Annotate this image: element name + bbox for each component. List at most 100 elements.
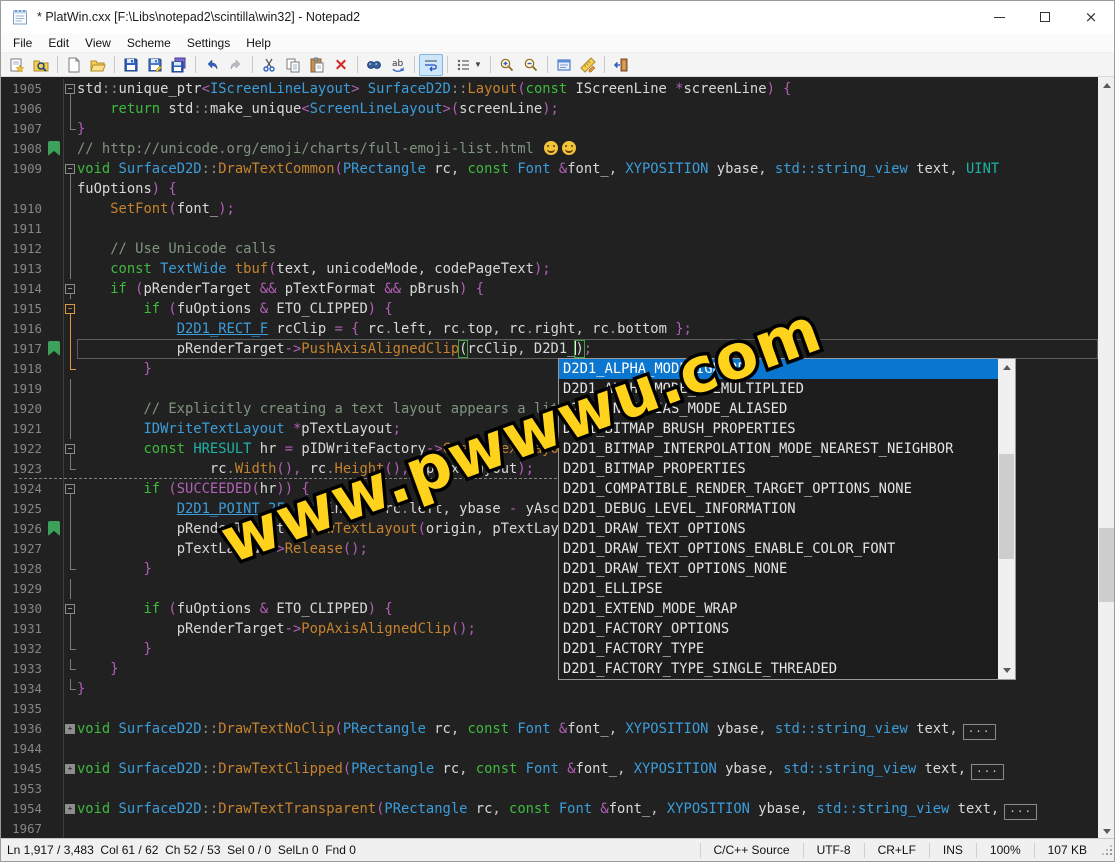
code-text[interactable]: // Use Unicode calls xyxy=(77,239,1098,259)
cut-button[interactable] xyxy=(257,54,281,76)
code-line[interactable]: 1906 return std::make_unique<ScreenLineL… xyxy=(1,99,1098,119)
bookmark-margin[interactable] xyxy=(47,279,63,299)
code-text[interactable] xyxy=(77,779,1098,799)
fold-margin[interactable]: − xyxy=(63,439,77,459)
line-number[interactable]: 1907 xyxy=(1,119,47,139)
line-number[interactable]: 1924 xyxy=(1,479,47,499)
line-number[interactable]: 1915 xyxy=(1,299,47,319)
line-number[interactable]: 1912 xyxy=(1,239,47,259)
fold-margin[interactable] xyxy=(63,99,77,119)
bookmark-margin[interactable] xyxy=(47,519,63,539)
code-line[interactable]: 1910 SetFont(font_); xyxy=(1,199,1098,219)
zoom-in-button[interactable] xyxy=(495,54,519,76)
line-number[interactable]: 1909 xyxy=(1,159,47,179)
bookmark-margin[interactable] xyxy=(47,299,63,319)
code-line[interactable]: 1916 D2D1_RECT_F rcClip = { rc.left, rc.… xyxy=(1,319,1098,339)
bookmark-margin[interactable] xyxy=(47,199,63,219)
fold-margin[interactable] xyxy=(63,819,77,839)
bookmark-margin[interactable] xyxy=(47,659,63,679)
line-number[interactable]: 1954 xyxy=(1,799,47,819)
bookmark-margin[interactable] xyxy=(47,399,63,419)
line-number[interactable]: 1916 xyxy=(1,319,47,339)
folded-code-ellipsis[interactable]: ··· xyxy=(971,764,1004,780)
line-number[interactable]: 1917 xyxy=(1,339,47,359)
fold-margin[interactable] xyxy=(63,559,77,579)
code-text[interactable]: fuOptions) { xyxy=(77,179,1098,199)
line-number[interactable]: 1932 xyxy=(1,639,47,659)
code-line[interactable]: 1967 xyxy=(1,819,1098,839)
fold-margin[interactable] xyxy=(63,379,77,399)
bookmark-margin[interactable] xyxy=(47,319,63,339)
fold-margin[interactable] xyxy=(63,519,77,539)
code-text[interactable]: if (pRenderTarget && pTextFormat && pBru… xyxy=(77,279,1098,299)
code-text[interactable]: // http://unicode.org/emoji/charts/full-… xyxy=(77,139,1098,159)
code-line[interactable]: 1905− std::unique_ptr<IScreenLineLayout> … xyxy=(1,79,1098,99)
code-line[interactable]: 1945 + void SurfaceD2D::DrawTextClipped(PR… xyxy=(1,759,1098,780)
autocomplete-item[interactable]: D2D1_FACTORY_OPTIONS xyxy=(559,619,998,639)
redo-button[interactable] xyxy=(224,54,248,76)
paste-button[interactable] xyxy=(305,54,329,76)
autocomplete-item[interactable]: D2D1_FACTORY_TYPE xyxy=(559,639,998,659)
code-text[interactable]: } xyxy=(77,679,1098,699)
popup-scroll-down-button[interactable] xyxy=(998,662,1015,679)
code-line[interactable]: 1934} xyxy=(1,679,1098,699)
save-copy-button[interactable] xyxy=(143,54,167,76)
view-options-button[interactable] xyxy=(552,54,576,76)
code-text[interactable]: std::unique_ptr<IScreenLineLayout> Surfa… xyxy=(77,79,1098,99)
code-text[interactable]: void SurfaceD2D::DrawTextClipped(PRectan… xyxy=(77,759,1098,780)
autocomplete-item[interactable]: D2D1_DEBUG_LEVEL_INFORMATION xyxy=(559,499,998,519)
line-number[interactable]: 1930 xyxy=(1,599,47,619)
line-number[interactable]: 1918 xyxy=(1,359,47,379)
autocomplete-item[interactable]: D2D1_ALPHA_MODE_PREMULTIPLIED xyxy=(559,379,998,399)
bookmark-margin[interactable] xyxy=(47,619,63,639)
fold-margin[interactable] xyxy=(63,459,77,479)
fold-margin[interactable] xyxy=(63,319,77,339)
code-line[interactable]: 1907} xyxy=(1,119,1098,139)
code-line[interactable]: 1953 xyxy=(1,779,1098,799)
line-number[interactable]: 1926 xyxy=(1,519,47,539)
fold-margin[interactable] xyxy=(63,419,77,439)
bookmark-margin[interactable] xyxy=(47,379,63,399)
code-line[interactable]: 1954 + void SurfaceD2D::DrawTextTransparen… xyxy=(1,799,1098,820)
bookmark-margin[interactable] xyxy=(47,119,63,139)
autocomplete-item[interactable]: D2D1_ANTIALIAS_MODE_ALIASED xyxy=(559,399,998,419)
bookmark-margin[interactable] xyxy=(47,419,63,439)
status-file-size[interactable]: 107 KB xyxy=(1033,842,1100,858)
fold-margin[interactable] xyxy=(63,179,77,199)
bookmark-margin[interactable] xyxy=(47,339,63,359)
save-file-button[interactable] xyxy=(119,54,143,76)
bookmark-margin[interactable] xyxy=(47,459,63,479)
line-number[interactable]: 1928 xyxy=(1,559,47,579)
code-line[interactable]: 1915− if (fuOptions & ETO_CLIPPED) { xyxy=(1,299,1098,319)
autocomplete-item[interactable]: D2D1_DRAW_TEXT_OPTIONS_ENABLE_COLOR_FONT xyxy=(559,539,998,559)
line-number[interactable]: 1905 xyxy=(1,79,47,99)
autocomplete-item[interactable]: D2D1_DRAW_TEXT_OPTIONS xyxy=(559,519,998,539)
minimize-button[interactable] xyxy=(976,1,1022,33)
fold-margin[interactable]: + xyxy=(63,759,77,779)
fold-margin[interactable] xyxy=(63,259,77,279)
scrollbar-thumb[interactable] xyxy=(1099,528,1114,602)
code-line[interactable]: 1912 // Use Unicode calls xyxy=(1,239,1098,259)
code-text[interactable] xyxy=(77,819,1098,839)
bookmark-margin[interactable] xyxy=(47,719,63,739)
bookmark-margin[interactable] xyxy=(47,699,63,719)
line-number[interactable]: 1929 xyxy=(1,579,47,599)
fold-margin[interactable] xyxy=(63,139,77,159)
fold-margin[interactable] xyxy=(63,219,77,239)
line-number[interactable]: 1945 xyxy=(1,759,47,779)
status-insert-mode[interactable]: INS xyxy=(928,842,976,858)
line-number[interactable]: 1953 xyxy=(1,779,47,799)
bookmark-margin[interactable] xyxy=(47,359,63,379)
line-number[interactable]: 1935 xyxy=(1,699,47,719)
resize-grip[interactable] xyxy=(1100,843,1114,857)
save-all-button[interactable] xyxy=(167,54,191,76)
folded-code-ellipsis[interactable]: ··· xyxy=(962,724,996,740)
code-text[interactable]: return std::make_unique<ScreenLineLayout… xyxy=(77,99,1098,119)
line-number[interactable]: 1922 xyxy=(1,439,47,459)
popup-scrollbar[interactable] xyxy=(998,359,1015,679)
autocomplete-item[interactable]: D2D1_COMPATIBLE_RENDER_TARGET_OPTIONS_NO… xyxy=(559,479,998,499)
bookmark-margin[interactable] xyxy=(47,599,63,619)
fold-margin[interactable]: − xyxy=(63,479,77,499)
undo-button[interactable] xyxy=(200,54,224,76)
fold-margin[interactable] xyxy=(63,539,77,559)
